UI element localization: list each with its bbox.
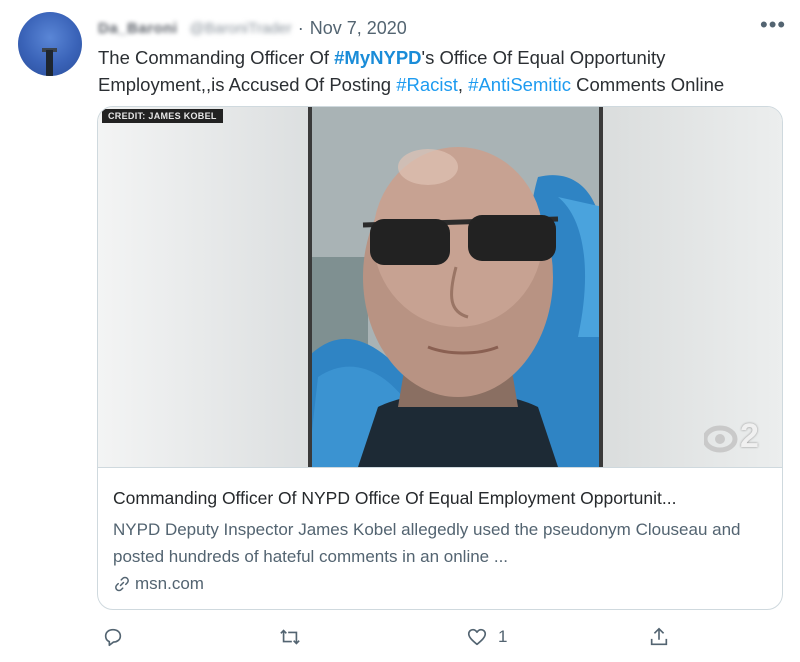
retweet-button[interactable] [278, 622, 302, 652]
share-icon [650, 627, 668, 646]
selfie-photo [308, 107, 603, 467]
image-credit: CREDIT: JAMES KOBEL [102, 109, 223, 123]
retweet-icon [280, 629, 300, 645]
hashtag-link-antisemitic[interactable]: #AntiSemitic [468, 74, 571, 95]
user-handle[interactable]: @BaroniTrader [190, 20, 292, 37]
tweet-date[interactable]: Nov 7, 2020 [310, 18, 407, 39]
like-count: 1 [498, 627, 508, 646]
image-background-right [603, 107, 782, 467]
like-button[interactable]: 1 [466, 622, 507, 652]
link-card[interactable]: CREDIT: JAMES KOBEL 2 Commanding Officer… [97, 106, 783, 610]
share-button[interactable] [648, 622, 670, 652]
display-name[interactable]: Da_Baroni [98, 20, 178, 37]
card-domain-text: msn.com [135, 574, 204, 593]
tweet-text-segment: The Commanding Officer Of [98, 47, 335, 68]
cbs2-logo-number: 2 [740, 417, 759, 455]
reply-icon [104, 628, 122, 647]
avatar-figure [46, 50, 53, 76]
cbs-eye-icon [702, 425, 738, 453]
tweet-text-segment: Comments Online [571, 74, 725, 95]
more-options-icon[interactable]: ••• [760, 10, 786, 40]
hashtag-link-racist[interactable]: #Racist [396, 74, 458, 95]
card-domain[interactable]: msn.com [113, 574, 204, 594]
tweet-header: Da_Baroni @BaroniTrader · Nov 7, 2020 [98, 14, 407, 42]
card-title[interactable]: Commanding Officer Of NYPD Office Of Equ… [113, 488, 773, 509]
cbs2-logo: 2 [702, 417, 768, 467]
tweet-text: The Commanding Officer Of #MyNYPD's Offi… [98, 44, 788, 98]
link-icon [113, 575, 131, 593]
card-text-area[interactable]: Commanding Officer Of NYPD Office Of Equ… [98, 467, 782, 609]
selfie-illustration [308, 107, 603, 467]
tweet-actions: 1 [98, 622, 678, 652]
header-separator: · [297, 17, 304, 38]
avatar[interactable] [18, 12, 82, 76]
card-image[interactable]: CREDIT: JAMES KOBEL 2 [98, 107, 782, 467]
card-description: NYPD Deputy Inspector James Kobel allege… [113, 520, 741, 566]
hashtag-link-mynypd[interactable]: #MyNYPD [334, 47, 421, 68]
reply-button[interactable] [102, 622, 124, 652]
tweet: Da_Baroni @BaroniTrader · Nov 7, 2020 ••… [0, 0, 800, 662]
image-background-left [98, 107, 308, 467]
tweet-text-segment: , [457, 74, 469, 95]
like-icon [467, 628, 487, 646]
